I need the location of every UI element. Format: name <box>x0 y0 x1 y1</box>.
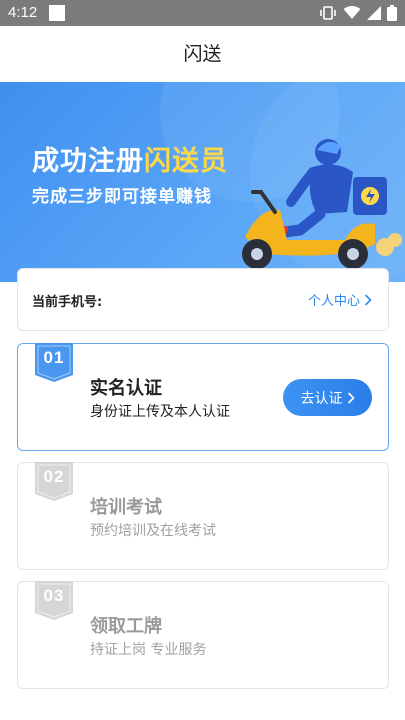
banner-headline-highlight: 闪送员 <box>144 146 228 177</box>
status-time: 4:12 <box>8 4 38 21</box>
step-title: 实名认证 <box>90 378 162 399</box>
status-bar: 4:12 <box>0 0 405 26</box>
phone-card: 当前手机号: 个人中心 <box>17 268 389 331</box>
current-phone-label: 当前手机号: <box>32 295 103 310</box>
step-number: 01 <box>43 348 65 367</box>
banner-headline-main: 成功注册 <box>32 146 144 177</box>
step-card-training-exam: 02 培训考试 预约培训及在线考试 <box>17 462 389 570</box>
step-number: 02 <box>43 467 65 486</box>
banner: 成功注册闪送员 完成三步即可接单赚钱 <box>0 82 405 282</box>
battery-icon <box>387 5 397 21</box>
status-icons <box>319 3 397 23</box>
verify-button-label: 去认证 <box>300 390 343 407</box>
banner-subtitle: 完成三步即可接单赚钱 <box>32 187 212 207</box>
chevron-right-icon <box>364 293 372 306</box>
step-card-identity-verification: 01 实名认证 身份证上传及本人认证 去认证 <box>17 343 389 451</box>
personal-center-label: 个人中心 <box>307 294 360 309</box>
vibrate-icon <box>320 6 336 20</box>
verify-button[interactable]: 去认证 <box>283 379 372 416</box>
personal-center-link[interactable]: 个人中心 <box>308 290 372 309</box>
notification-icon <box>49 5 65 21</box>
page-title: 闪送 <box>183 43 222 65</box>
chevron-right-icon <box>347 391 355 404</box>
step-title: 培训考试 <box>90 497 162 518</box>
title-bar: 闪送 <box>0 26 405 82</box>
step-card-badge-pickup: 03 领取工牌 持证上岗 专业服务 <box>17 581 389 689</box>
signal-icon <box>367 6 381 20</box>
banner-headline: 成功注册闪送员 <box>32 139 228 178</box>
step-title: 领取工牌 <box>90 616 162 637</box>
step-description: 身份证上传及本人认证 <box>90 404 230 420</box>
courier-scooter-illustration <box>242 139 402 269</box>
step-description: 持证上岗 专业服务 <box>90 642 207 658</box>
wifi-icon <box>343 6 361 19</box>
step-description: 预约培训及在线考试 <box>90 523 216 539</box>
step-number: 03 <box>43 586 65 605</box>
